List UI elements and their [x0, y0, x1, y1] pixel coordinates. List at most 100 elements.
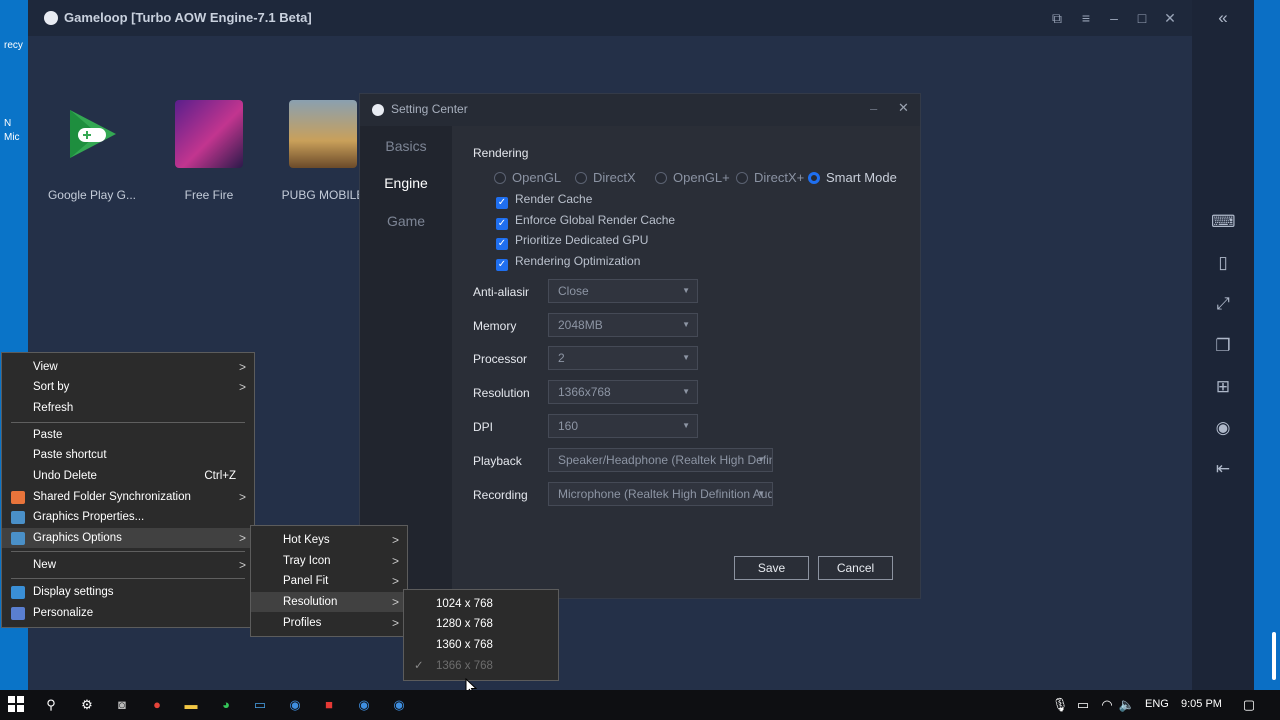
radio-directx-plus[interactable]: DirectX+: [736, 170, 804, 185]
menu-item-resolution[interactable]: Resolution >: [251, 592, 407, 612]
microphone-icon[interactable]: 🎙: [1051, 696, 1069, 714]
radio-smart-mode[interactable]: Smart Mode: [808, 170, 912, 185]
resolution-submenu: 1024 x 768 1280 x 768 1360 x 768 ✓ 1366 x…: [403, 589, 559, 681]
close-icon[interactable]: ✕: [898, 100, 909, 116]
menu-item-new[interactable]: New >: [2, 555, 254, 575]
tab-basics[interactable]: Basics: [360, 138, 452, 154]
save-button[interactable]: Save: [734, 556, 809, 580]
minimize-icon[interactable]: –: [1105, 9, 1123, 27]
shared-folder-icon: [11, 491, 25, 504]
app-google-play[interactable]: Google Play G...: [42, 100, 142, 202]
gameloop-taskbar-icon[interactable]: ◉: [286, 696, 304, 714]
rendering-heading: Rendering: [473, 146, 529, 160]
shake-icon[interactable]: ▯: [1211, 251, 1235, 275]
menu-item-paste[interactable]: Paste: [2, 425, 254, 445]
select-playback[interactable]: Speaker/Headphone (Realtek High Definiti…: [548, 448, 773, 472]
app-pubg-mobile[interactable]: PUBG MOBILE: [273, 100, 373, 202]
label-dpi: DPI: [473, 420, 494, 434]
tab-game[interactable]: Game: [360, 213, 452, 229]
app-label: Google Play G...: [47, 188, 137, 202]
menu-item-personalize[interactable]: Personalize: [2, 603, 254, 623]
radio-opengl[interactable]: OpenGL: [494, 170, 561, 185]
close-icon[interactable]: ✕: [1161, 9, 1179, 27]
whatsapp-icon[interactable]: ◕: [217, 696, 235, 714]
collapse-icon[interactable]: «: [1211, 6, 1235, 30]
chrome-icon[interactable]: ●: [148, 696, 166, 714]
menu-item-graphics-properties[interactable]: Graphics Properties...: [2, 507, 254, 527]
keyboard-icon[interactable]: ⌨: [1211, 210, 1236, 234]
language-indicator[interactable]: ENG: [1145, 698, 1169, 710]
menu-item-tray-icon[interactable]: Tray Icon >: [251, 551, 407, 571]
recorder-icon[interactable]: ■: [320, 696, 338, 714]
menu-item-resolution-1366[interactable]: ✓ 1366 x 768: [404, 656, 558, 676]
cancel-button[interactable]: Cancel: [818, 556, 893, 580]
menu-item-profiles[interactable]: Profiles >: [251, 613, 407, 633]
menu-item-paste-shortcut[interactable]: Paste shortcut: [2, 445, 254, 465]
menu-item-refresh[interactable]: Refresh: [2, 398, 254, 418]
menu-item-resolution-1280[interactable]: 1280 x 768: [404, 614, 558, 634]
dialog-title: Setting Center: [391, 102, 468, 116]
checkmark-icon: ✓: [414, 660, 424, 672]
menu-item-display-settings[interactable]: Display settings: [2, 582, 254, 602]
select-anti-aliasing[interactable]: Close ▼: [548, 279, 698, 303]
menu-item-graphics-options[interactable]: Graphics Options >: [2, 528, 254, 548]
desktop-context-menu: View > Sort by > Refresh Paste Paste short…: [1, 352, 255, 628]
menu-item-view[interactable]: View >: [2, 357, 254, 377]
menu-item-panel-fit[interactable]: Panel Fit >: [251, 571, 407, 591]
search-icon[interactable]: ⚲: [42, 696, 60, 714]
select-memory[interactable]: 2048MB ▼: [548, 313, 698, 337]
checkbox-dedicated-gpu[interactable]: ✓ Prioritize Dedicated GPU: [496, 233, 648, 250]
radio-directx[interactable]: DirectX: [575, 170, 636, 185]
desktop-strip-right: [1254, 0, 1280, 690]
clock[interactable]: 9:05 PM: [1181, 698, 1222, 710]
app-free-fire[interactable]: Free Fire: [159, 100, 259, 202]
windows-start-icon[interactable]: [7, 696, 25, 714]
desktop-icon-label: N: [4, 118, 12, 129]
graphics-options-submenu: Hot Keys > Tray Icon > Panel Fit > Resoluti…: [250, 525, 408, 637]
menu-item-sort-by[interactable]: Sort by >: [2, 377, 254, 397]
scrollbar[interactable]: [1272, 632, 1276, 680]
menu-item-hot-keys[interactable]: Hot Keys >: [251, 530, 407, 550]
personalize-icon: [11, 607, 25, 620]
radio-opengl-plus[interactable]: OpenGL+: [655, 170, 730, 185]
select-dpi[interactable]: 160 ▼: [548, 414, 698, 438]
volume-icon[interactable]: 🔈: [1118, 696, 1136, 714]
checkbox-render-cache[interactable]: ✓ Render Cache: [496, 192, 592, 209]
menu-icon[interactable]: ≡: [1077, 9, 1095, 27]
checkbox-rendering-optimization[interactable]: ✓ Rendering Optimization: [496, 254, 640, 271]
gameloop-taskbar-icon[interactable]: ◉: [390, 696, 408, 714]
app-label: Free Fire: [184, 188, 234, 202]
minimize-icon[interactable]: –: [870, 101, 877, 116]
settings-gear-icon[interactable]: ⚙: [78, 696, 96, 714]
feedback-icon[interactable]: ⧉: [1048, 9, 1066, 27]
label-resolution: Resolution: [473, 386, 530, 400]
desktop-app-icon[interactable]: ▭: [251, 696, 269, 714]
desktop-icon-label: Mic: [4, 132, 20, 143]
wifi-icon[interactable]: ◠: [1098, 696, 1116, 714]
menu-item-resolution-1360[interactable]: 1360 x 768: [404, 635, 558, 655]
checkbox-global-render-cache[interactable]: ✓ Enforce Global Render Cache: [496, 213, 675, 230]
fullscreen-icon[interactable]: ⤢: [1211, 292, 1235, 316]
notification-icon[interactable]: ▢: [1240, 696, 1258, 714]
select-resolution[interactable]: 1366x768 ▼: [548, 380, 698, 404]
gameloop-taskbar-icon[interactable]: ◉: [355, 696, 373, 714]
display-icon: [11, 586, 25, 599]
file-explorer-icon[interactable]: ▬: [182, 696, 200, 714]
camera-app-icon[interactable]: ◙: [113, 696, 131, 714]
exit-icon[interactable]: ⇤: [1211, 457, 1235, 481]
select-processor[interactable]: 2 ▼: [548, 346, 698, 370]
gameloop-logo-icon: [44, 11, 58, 25]
gameloop-sidebar: « ⌨ ▯ ⤢ ❐ ⊞ ◉ ⇤: [1192, 0, 1254, 690]
menu-item-shared-folder[interactable]: Shared Folder Synchronization >: [2, 487, 254, 507]
menu-item-undo-delete[interactable]: Undo Delete Ctrl+Z: [2, 466, 254, 486]
multi-window-icon[interactable]: ❐: [1211, 334, 1235, 358]
select-recording[interactable]: Microphone (Realtek High Definition Audi…: [548, 482, 773, 506]
battery-icon[interactable]: ▭: [1074, 696, 1092, 714]
record-icon[interactable]: ◉: [1211, 416, 1235, 440]
menu-divider: [11, 551, 245, 552]
menu-item-resolution-1024[interactable]: 1024 x 768: [404, 594, 558, 614]
tab-engine[interactable]: Engine: [360, 175, 452, 191]
screenshot-icon[interactable]: ⊞: [1211, 375, 1235, 399]
maximize-icon[interactable]: □: [1133, 9, 1151, 27]
label-memory: Memory: [473, 319, 517, 333]
